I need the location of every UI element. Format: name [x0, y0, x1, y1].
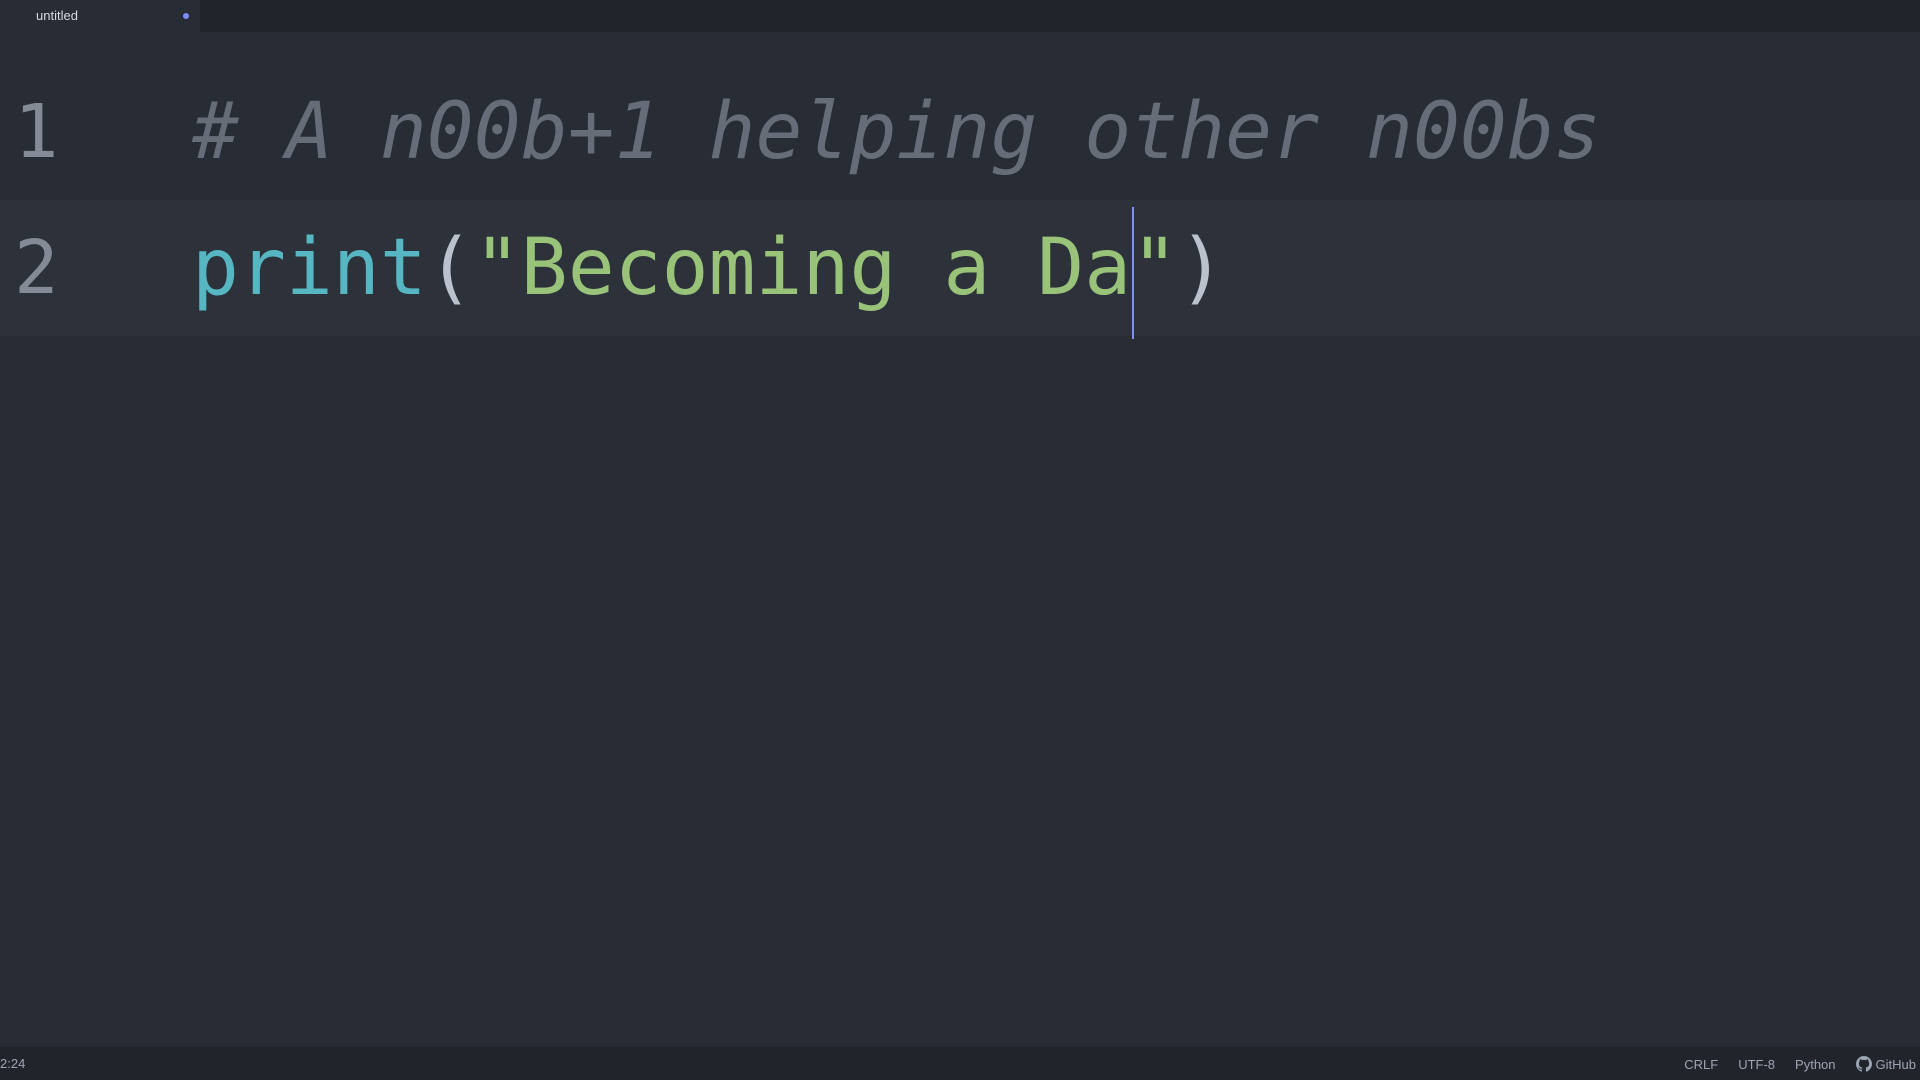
- code-text[interactable]: # A n00b+1 helping other n00bs: [192, 64, 1601, 200]
- editor-window: untitled 1 # A n00b+1 helping other n00b…: [0, 0, 1920, 1080]
- function-token: print: [192, 223, 427, 313]
- code-text[interactable]: print("Becoming a Da"): [192, 200, 1225, 339]
- github-icon: [1855, 1056, 1872, 1072]
- cursor-position[interactable]: 2:24: [0, 1056, 25, 1071]
- tab-untitled[interactable]: untitled: [0, 0, 200, 32]
- encoding-selector[interactable]: UTF-8: [1738, 1057, 1775, 1072]
- open-paren-token: (: [426, 223, 474, 313]
- line-number: 2: [14, 225, 59, 311]
- comment-token: # A n00b+1 helping other n00bs: [192, 87, 1601, 177]
- code-line-2[interactable]: 2 print("Becoming a Da"): [0, 200, 1920, 339]
- tab-title: untitled: [36, 8, 78, 23]
- string-close-quote-token: ": [1131, 223, 1179, 313]
- status-bar: 2:24 CRLF UTF-8 Python GitHub: [0, 1047, 1920, 1080]
- github-label: GitHub: [1875, 1056, 1916, 1072]
- string-token: "Becoming a Da: [473, 223, 1132, 313]
- github-button[interactable]: GitHub: [1855, 1056, 1916, 1072]
- grammar-selector[interactable]: Python: [1795, 1057, 1835, 1072]
- code-line-1[interactable]: 1 # A n00b+1 helping other n00bs: [0, 64, 1920, 200]
- code-editor[interactable]: 1 # A n00b+1 helping other n00bs 2 print…: [0, 32, 1920, 1047]
- tab-bar: untitled: [0, 0, 1920, 32]
- line-ending-selector[interactable]: CRLF: [1684, 1057, 1718, 1072]
- modified-indicator-icon[interactable]: [183, 13, 189, 19]
- line-number: 1: [14, 89, 59, 175]
- status-bar-right: CRLF UTF-8 Python GitHub: [1664, 1056, 1916, 1072]
- close-paren-token: ): [1178, 223, 1226, 313]
